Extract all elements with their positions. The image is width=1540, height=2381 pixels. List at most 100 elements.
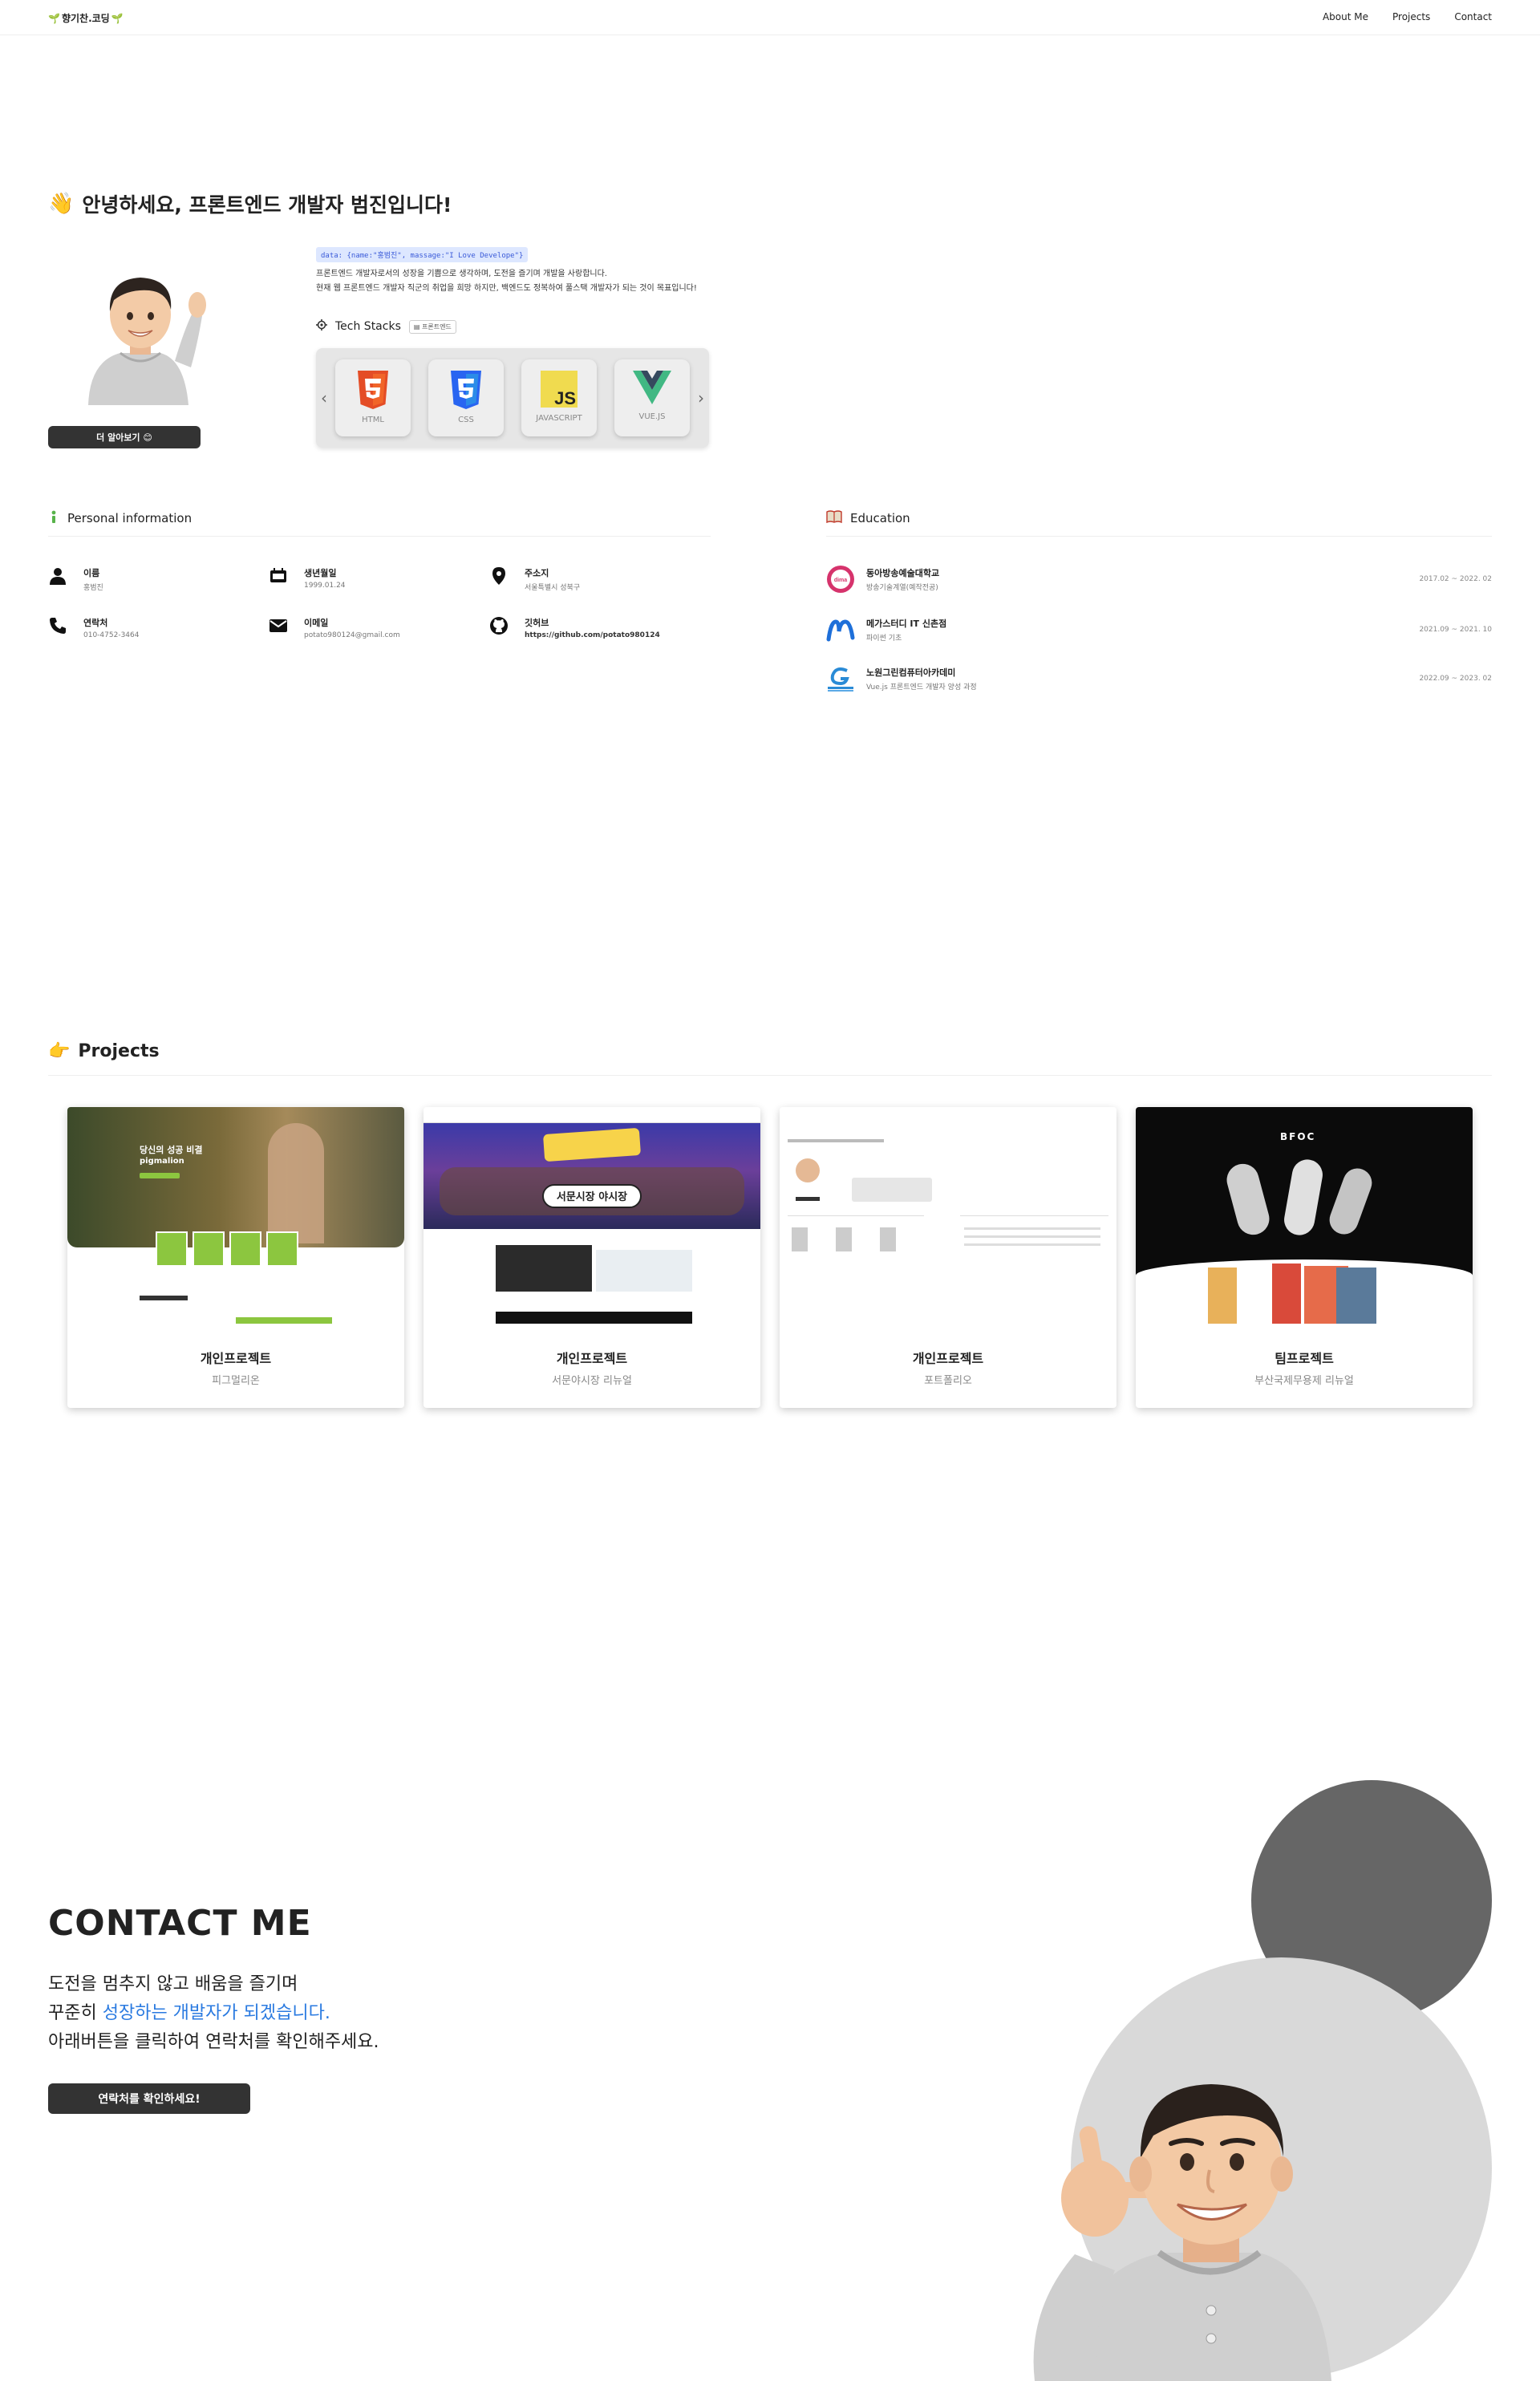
logo-text: 향기찬.코딩: [61, 13, 110, 24]
project-card[interactable]: 서문시장 야시장 개인프로젝트 서문야시장 리뉴얼: [424, 1107, 760, 1408]
project-name: 부산국제무용제 리뉴얼: [1254, 1375, 1354, 1387]
calendar-icon: [270, 568, 286, 582]
info-value: 010-4752-3464: [83, 631, 140, 639]
stack-category-badge[interactable]: ▤ 프론트엔드: [408, 319, 456, 334]
person-icon: [50, 568, 66, 585]
location-icon: [492, 567, 505, 585]
vuejs-icon: [633, 371, 671, 404]
info-value[interactable]: potato980124@gmail.com: [304, 631, 400, 639]
school-desc: 방송기술계열(예작전공): [866, 584, 938, 592]
thumb-headline: 당신의 성공 비결: [140, 1145, 203, 1155]
info-icon: [48, 510, 59, 526]
contact-line-3: 아래버튼을 클릭하여 연락처를 확인해주세요.: [48, 2032, 379, 2052]
learn-more-button[interactable]: 더 알아보기 😊: [48, 426, 201, 448]
tech-stacks-heading: Tech Stacks ▤ 프론트엔드: [316, 319, 456, 334]
education-heading: Education: [826, 510, 910, 526]
project-type: 개인프로젝트: [912, 1351, 984, 1366]
info-name: 이름 홍범진: [48, 566, 103, 592]
tech-stacks-title: Tech Stacks: [335, 320, 401, 333]
html5-icon: [358, 371, 388, 409]
main-nav: About Me Projects Contact: [1323, 11, 1492, 22]
profile-avatar: [72, 265, 209, 405]
thumb-banner: 서문시장 야시장: [542, 1184, 642, 1208]
project-type: 개인프로젝트: [556, 1351, 628, 1366]
intro-line-1: 프론트엔드 개발자로서의 성장을 기쁨으로 생각하며, 도전을 즐기며 개발을 …: [316, 270, 607, 278]
education-title: Education: [850, 511, 910, 525]
personal-info-heading: Personal information: [48, 510, 192, 526]
contact-message: 도전을 멈추지 않고 배움을 즐기며 꾸준히 성장하는 개발자가 되겠습니다. …: [48, 1970, 379, 2057]
school-date: 2017.02 ~ 2022. 02: [1419, 575, 1492, 583]
school-name: 노원그린컴퓨터아카데미: [866, 667, 956, 678]
info-label: 생년월일: [304, 568, 337, 578]
info-email: 이메일 potato980124@gmail.com: [269, 616, 400, 639]
chevron-right-icon[interactable]: ›: [698, 388, 704, 408]
css3-icon: [451, 371, 481, 409]
project-type: 팀프로젝트: [1275, 1351, 1334, 1366]
thumb-brand: BFOC: [1280, 1131, 1316, 1142]
projects-heading: 👉 Projects: [48, 1041, 160, 1061]
pointing-hand-icon: 👉: [48, 1041, 71, 1061]
school-logo: [826, 664, 855, 693]
tech-card-css: CSS: [428, 359, 504, 436]
tech-label-css: CSS: [458, 416, 474, 424]
project-card[interactable]: 개인프로젝트 포트폴리오: [780, 1107, 1116, 1408]
site-logo[interactable]: 🌱 향기찬.코딩 🌱: [48, 11, 124, 25]
divider: [48, 536, 711, 537]
intro-line-2: 현재 웹 프론트엔드 개발자 직군의 취업을 희망 하지만, 백엔드도 정복하여…: [316, 284, 697, 293]
education-item: 메가스터디 IT 신촌점 파이썬 기초 2021.09 ~ 2021. 10: [826, 614, 1492, 646]
project-card[interactable]: 당신의 성공 비결 pigmalion 개인프로젝트 피그멀리온: [67, 1107, 404, 1408]
project-card[interactable]: BFOC 팀프로젝트 부산국제무용제 리뉴얼: [1136, 1107, 1473, 1408]
project-thumbnail: 서문시장 야시장: [424, 1107, 760, 1324]
info-label: 이메일: [304, 618, 329, 628]
info-label: 깃허브: [525, 618, 549, 628]
project-name: 서문야시장 리뉴얼: [552, 1375, 632, 1387]
nav-about-me[interactable]: About Me: [1323, 11, 1368, 22]
school-name: 메가스터디 IT 신촌점: [866, 619, 947, 629]
mail-icon: [270, 619, 287, 632]
school-name: 동아방송예술대학교: [866, 568, 940, 578]
school-desc: 파이썬 기초: [866, 635, 902, 643]
tech-card-javascript: JS JAVASCRIPT: [521, 359, 597, 436]
nav-contact[interactable]: Contact: [1454, 11, 1492, 22]
contact-highlight: 성장하는 개발자가 되겠습니다.: [102, 2003, 330, 2023]
stack-badge-label: 프론트엔드: [421, 322, 452, 331]
more-button-label: 더 알아보기: [96, 432, 140, 443]
tech-card-html: HTML: [335, 359, 411, 436]
project-thumbnail: [780, 1107, 1116, 1324]
smile-icon: 😊: [143, 432, 152, 443]
sprout-icon: 🌱: [48, 12, 60, 24]
contact-line-2: 꾸준히 성장하는 개발자가 되겠습니다.: [48, 1999, 379, 2028]
info-github: 깃허브 https://github.com/potato980124: [489, 616, 660, 639]
school-date: 2022.09 ~ 2023. 02: [1419, 675, 1492, 683]
gear-icon: [316, 319, 327, 334]
info-value: 1999.01.24: [304, 582, 346, 590]
personal-info-title: Personal information: [67, 511, 192, 525]
contact-line-1: 도전을 멈추지 않고 배움을 즐기며: [48, 1974, 298, 1994]
book-icon: [826, 510, 842, 526]
divider: [826, 536, 1492, 537]
javascript-icon: JS: [541, 371, 578, 408]
show-contact-button[interactable]: 연락처를 확인하세요!: [48, 2083, 250, 2114]
info-address: 주소지서울특별시 성북구: [489, 566, 580, 592]
chevron-left-icon[interactable]: ‹: [321, 388, 327, 408]
tech-label-javascript: JAVASCRIPT: [536, 414, 582, 423]
school-logo: dima: [826, 565, 855, 594]
top-navbar: 🌱 향기찬.코딩 🌱 About Me Projects Contact: [0, 0, 1540, 35]
github-link[interactable]: https://github.com/potato980124: [525, 631, 660, 639]
tech-card-vuejs: VUE.JS: [614, 359, 690, 436]
divider: [48, 1075, 1492, 1076]
code-snippet: data: {name:"홍범진", massage:"I Love Devel…: [316, 247, 529, 262]
school-logo: [826, 615, 855, 644]
info-label: 주소지: [525, 568, 549, 578]
project-type: 개인프로젝트: [200, 1351, 272, 1366]
contact-avatar: [1019, 2070, 1356, 2381]
svg-text:JS: JS: [554, 388, 576, 408]
nav-projects[interactable]: Projects: [1392, 11, 1430, 22]
info-label: 연락처: [83, 618, 108, 628]
tech-label-vuejs: VUE.JS: [638, 412, 666, 421]
info-value: 서울특별시 성북구: [525, 584, 581, 592]
info-label: 이름: [83, 568, 100, 578]
project-name: 포트폴리오: [924, 1375, 972, 1387]
contact-heading: CONTACT ME: [48, 1903, 312, 1944]
waving-hand-icon: 👋: [48, 192, 75, 216]
